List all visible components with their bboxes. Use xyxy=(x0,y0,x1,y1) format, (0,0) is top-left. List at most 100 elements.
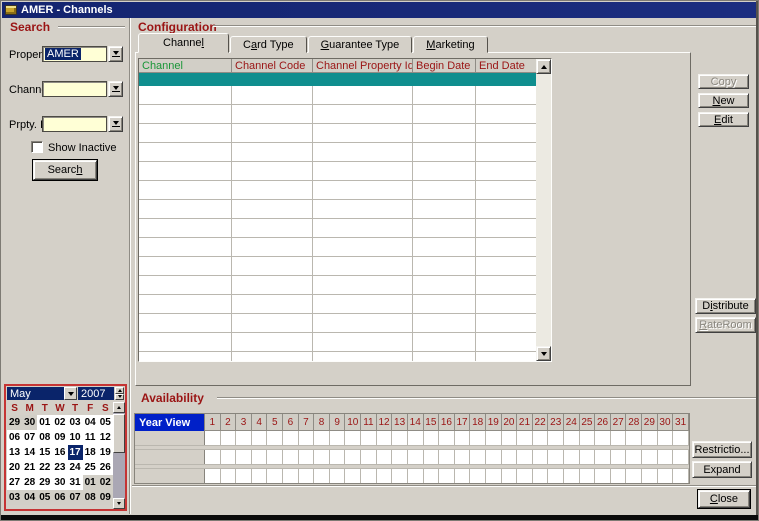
calendar-day[interactable]: 05 xyxy=(97,415,113,430)
show-inactive-label[interactable]: Show Inactive xyxy=(48,142,116,154)
prpty-id-field[interactable] xyxy=(42,116,107,132)
calendar-day[interactable]: 10 xyxy=(67,430,83,445)
availability-cell[interactable] xyxy=(579,469,596,483)
table-row[interactable] xyxy=(139,238,538,257)
availability-cell[interactable] xyxy=(423,450,440,464)
availability-cell[interactable] xyxy=(439,469,455,483)
availability-cell[interactable] xyxy=(283,469,299,483)
calendar-day[interactable]: 13 xyxy=(7,445,23,460)
availability-cell[interactable] xyxy=(485,450,502,464)
availability-cell[interactable] xyxy=(298,431,315,445)
availability-cell[interactable] xyxy=(267,431,284,445)
availability-cell[interactable] xyxy=(517,450,533,464)
distribute-button[interactable]: Di stribute xyxy=(695,298,756,314)
calendar-day[interactable]: 29 xyxy=(37,475,53,490)
availability-cell[interactable] xyxy=(314,431,330,445)
calendar-day[interactable]: 02 xyxy=(52,415,68,430)
calendar-scroll-down-button[interactable] xyxy=(113,498,125,509)
availability-cell[interactable] xyxy=(454,431,471,445)
availability-cell[interactable] xyxy=(423,431,440,445)
restrictio--button[interactable]: Restrictio... xyxy=(692,441,752,458)
availability-cell[interactable] xyxy=(376,450,393,464)
availability-cell[interactable] xyxy=(236,469,252,483)
availability-cell[interactable] xyxy=(642,431,658,445)
table-row[interactable] xyxy=(139,276,538,295)
calendar-day[interactable]: 17 xyxy=(67,445,83,460)
availability-cell[interactable] xyxy=(329,431,346,445)
calendar-day[interactable]: 09 xyxy=(97,490,113,505)
availability-cell[interactable] xyxy=(345,431,362,445)
availability-cell[interactable] xyxy=(205,431,221,445)
availability-cell[interactable] xyxy=(439,431,455,445)
column-header-channel[interactable]: Channel xyxy=(139,59,232,73)
availability-cell[interactable] xyxy=(657,469,674,483)
table-row[interactable] xyxy=(139,333,538,352)
availability-cell[interactable] xyxy=(407,469,424,483)
availability-cell[interactable] xyxy=(501,469,518,483)
availability-cell[interactable] xyxy=(314,469,330,483)
availability-cell[interactable] xyxy=(439,450,455,464)
edit-button[interactable]: Edit xyxy=(698,112,749,127)
availability-cell[interactable] xyxy=(595,450,611,464)
calendar-day[interactable]: 31 xyxy=(67,475,83,490)
availability-cell[interactable] xyxy=(423,469,440,483)
availability-cell[interactable] xyxy=(454,450,471,464)
availability-cell[interactable] xyxy=(626,469,643,483)
calendar-day[interactable]: 15 xyxy=(37,445,53,460)
availability-cell[interactable] xyxy=(407,450,424,464)
availability-cell[interactable] xyxy=(626,450,643,464)
availability-grid[interactable]: Year View 1 2 3 4 5 6 7 8 9 10 11 12 13 14 15 16 17 18 19 20… xyxy=(134,413,690,484)
table-row[interactable] xyxy=(139,181,538,200)
calendar-day[interactable]: 03 xyxy=(7,490,23,505)
availability-cell[interactable] xyxy=(251,469,268,483)
channel-field[interactable] xyxy=(42,81,107,97)
table-scrollbar[interactable] xyxy=(536,59,551,361)
table-row[interactable] xyxy=(139,86,538,105)
availability-cell[interactable] xyxy=(470,450,486,464)
availability-cell[interactable] xyxy=(298,469,315,483)
calendar-day[interactable]: 30 xyxy=(52,475,68,490)
year-spin-down-button[interactable] xyxy=(115,393,124,400)
calendar-day[interactable]: 30 xyxy=(22,415,38,430)
availability-cell[interactable] xyxy=(673,431,689,445)
availability-cell[interactable] xyxy=(392,431,408,445)
table-row[interactable] xyxy=(139,105,538,124)
calendar-day[interactable]: 24 xyxy=(67,460,83,475)
channels-table[interactable]: Channel Channel Code Channel Property Id Be… xyxy=(138,58,552,362)
availability-cell[interactable] xyxy=(361,469,377,483)
property-lov-button[interactable] xyxy=(108,46,123,62)
table-scroll-up-button[interactable] xyxy=(536,59,551,74)
availability-cell[interactable] xyxy=(267,450,284,464)
availability-cell[interactable] xyxy=(454,469,471,483)
month-dropdown-button[interactable] xyxy=(64,387,77,400)
year-view-label[interactable]: Year View xyxy=(135,414,205,431)
availability-cell[interactable] xyxy=(673,469,689,483)
availability-cell[interactable] xyxy=(220,431,237,445)
prpty-id-lov-button[interactable] xyxy=(108,116,123,132)
availability-cell[interactable] xyxy=(205,450,221,464)
tab-guarantee-type[interactable]: Guarantee Type xyxy=(307,36,413,53)
availability-cell[interactable] xyxy=(595,431,611,445)
table-scroll-down-button[interactable] xyxy=(536,346,551,361)
table-row[interactable] xyxy=(139,162,538,181)
availability-cell[interactable] xyxy=(298,450,315,464)
availability-cell[interactable] xyxy=(626,431,643,445)
availability-cell[interactable] xyxy=(579,431,596,445)
availability-cell[interactable] xyxy=(329,450,346,464)
availability-cell[interactable] xyxy=(314,450,330,464)
table-row[interactable] xyxy=(139,352,538,361)
new-button[interactable]: New xyxy=(698,93,749,108)
availability-cell[interactable] xyxy=(361,431,377,445)
availability-cell[interactable] xyxy=(548,469,565,483)
calendar-day[interactable]: 09 xyxy=(52,430,68,445)
availability-cell[interactable] xyxy=(329,469,346,483)
availability-cell[interactable] xyxy=(610,469,627,483)
availability-cell[interactable] xyxy=(657,450,674,464)
availability-cell[interactable] xyxy=(657,431,674,445)
calendar-day[interactable]: 07 xyxy=(22,430,38,445)
search-button[interactable]: Searc h xyxy=(33,160,97,180)
availability-cell[interactable] xyxy=(345,469,362,483)
calendar-day[interactable]: 06 xyxy=(7,430,23,445)
availability-cell[interactable] xyxy=(501,431,518,445)
calendar-year-field[interactable]: 2007 xyxy=(78,387,114,400)
